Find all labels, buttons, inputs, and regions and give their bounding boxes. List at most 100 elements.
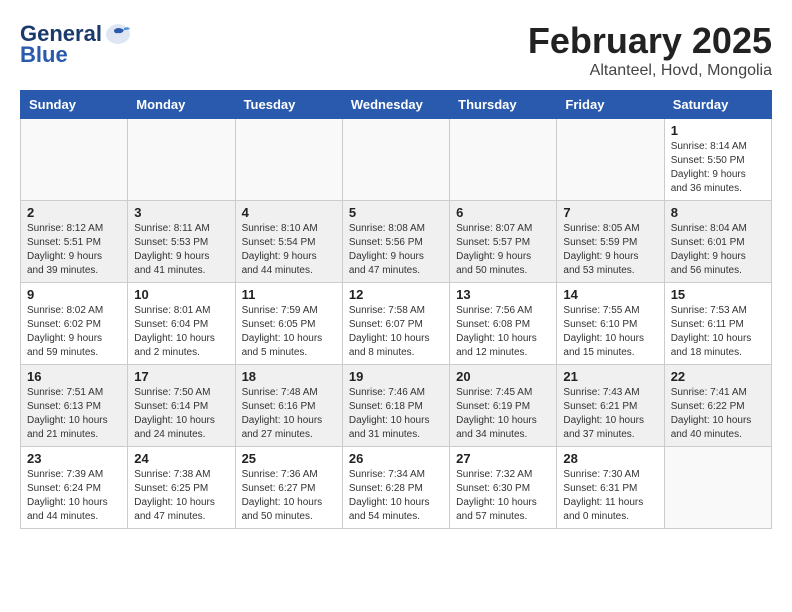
calendar-cell-1-4 — [342, 119, 449, 201]
day-number: 4 — [242, 205, 336, 220]
calendar-cell-4-2: 17Sunrise: 7:50 AM Sunset: 6:14 PM Dayli… — [128, 365, 235, 447]
calendar-cell-4-4: 19 Sunrise: 7:46 AM Sunset: 6:18 PM Dayli… — [342, 365, 449, 447]
day-number: 2 — [27, 205, 121, 220]
calendar-cell-5-7 — [664, 447, 771, 529]
day-info: Sunrise: 7:34 AM Sunset: 6:28 PM Dayligh… — [349, 468, 443, 524]
logo-bird-icon — [104, 20, 132, 48]
weekday-header-tuesday: Tuesday — [235, 91, 342, 119]
day-number: 10 — [134, 287, 228, 302]
day-info: Sunrise: 7:39 AM Sunset: 6:24 PM Dayligh… — [27, 468, 121, 524]
day-number: 20 — [456, 369, 550, 384]
calendar-cell-2-7: 8 Sunrise: 8:04 AM Sunset: 6:01 PM Daylig… — [664, 201, 771, 283]
day-info: Sunrise: 7:56 AM Sunset: 6:08 PM Dayligh… — [456, 304, 550, 360]
calendar-week-row-3: 9 Sunrise: 8:02 AM Sunset: 6:02 PM Daylig… — [21, 283, 772, 365]
calendar-cell-2-5: 6 Sunrise: 8:07 AM Sunset: 5:57 PM Daylig… — [450, 201, 557, 283]
day-info: Sunrise: 8:02 AM Sunset: 6:02 PM Dayligh… — [27, 304, 121, 360]
day-info: Sunrise: 8:12 AM Sunset: 5:51 PM Dayligh… — [27, 222, 121, 278]
day-number: 13 — [456, 287, 550, 302]
calendar-cell-2-1: 2 Sunrise: 8:12 AM Sunset: 5:51 PM Daylig… — [21, 201, 128, 283]
calendar-cell-3-3: 11 Sunrise: 7:59 AM Sunset: 6:05 PM Dayli… — [235, 283, 342, 365]
day-number: 9 — [27, 287, 121, 302]
day-number: 5 — [349, 205, 443, 220]
day-number: 7 — [563, 205, 657, 220]
day-number: 6 — [456, 205, 550, 220]
day-number: 27 — [456, 451, 550, 466]
calendar-week-row-4: 16Sunrise: 7:51 AM Sunset: 6:13 PM Dayli… — [21, 365, 772, 447]
month-title: February 2025 — [528, 20, 772, 62]
day-info: Sunrise: 8:10 AM Sunset: 5:54 PM Dayligh… — [242, 222, 336, 278]
calendar-cell-4-1: 16Sunrise: 7:51 AM Sunset: 6:13 PM Dayli… — [21, 365, 128, 447]
day-number: 28 — [563, 451, 657, 466]
day-number: 3 — [134, 205, 228, 220]
weekday-header-friday: Friday — [557, 91, 664, 119]
day-number: 16 — [27, 369, 121, 384]
day-info: Sunrise: 7:45 AM Sunset: 6:19 PM Dayligh… — [456, 386, 550, 442]
day-number: 25 — [242, 451, 336, 466]
calendar-cell-2-3: 4 Sunrise: 8:10 AM Sunset: 5:54 PM Daylig… — [235, 201, 342, 283]
location: Altanteel, Hovd, Mongolia — [528, 62, 772, 80]
day-number: 21 — [563, 369, 657, 384]
calendar-cell-5-3: 25 Sunrise: 7:36 AM Sunset: 6:27 PM Dayli… — [235, 447, 342, 529]
calendar-cell-3-2: 10Sunrise: 8:01 AM Sunset: 6:04 PM Dayli… — [128, 283, 235, 365]
calendar-cell-4-6: 21 Sunrise: 7:43 AM Sunset: 6:21 PM Dayli… — [557, 365, 664, 447]
day-info: Sunrise: 7:43 AM Sunset: 6:21 PM Dayligh… — [563, 386, 657, 442]
calendar-cell-3-5: 13 Sunrise: 7:56 AM Sunset: 6:08 PM Dayli… — [450, 283, 557, 365]
calendar-cell-4-5: 20 Sunrise: 7:45 AM Sunset: 6:19 PM Dayli… — [450, 365, 557, 447]
weekday-header-wednesday: Wednesday — [342, 91, 449, 119]
calendar-cell-5-5: 27 Sunrise: 7:32 AM Sunset: 6:30 PM Dayli… — [450, 447, 557, 529]
logo: General Blue — [20, 20, 132, 68]
day-number: 24 — [134, 451, 228, 466]
calendar-week-row-1: 1 Sunrise: 8:14 AM Sunset: 5:50 PM Daylig… — [21, 119, 772, 201]
day-info: Sunrise: 8:08 AM Sunset: 5:56 PM Dayligh… — [349, 222, 443, 278]
page-header: General Blue February 2025 Altanteel, Ho… — [20, 20, 772, 80]
day-info: Sunrise: 8:04 AM Sunset: 6:01 PM Dayligh… — [671, 222, 765, 278]
title-block: February 2025 Altanteel, Hovd, Mongolia — [528, 20, 772, 80]
day-info: Sunrise: 7:38 AM Sunset: 6:25 PM Dayligh… — [134, 468, 228, 524]
day-number: 12 — [349, 287, 443, 302]
day-number: 8 — [671, 205, 765, 220]
day-number: 17 — [134, 369, 228, 384]
calendar-cell-1-2 — [128, 119, 235, 201]
day-info: Sunrise: 8:07 AM Sunset: 5:57 PM Dayligh… — [456, 222, 550, 278]
day-info: Sunrise: 8:11 AM Sunset: 5:53 PM Dayligh… — [134, 222, 228, 278]
day-number: 11 — [242, 287, 336, 302]
calendar-cell-5-6: 28Sunrise: 7:30 AM Sunset: 6:31 PM Dayli… — [557, 447, 664, 529]
calendar-cell-1-6 — [557, 119, 664, 201]
weekday-header-row: SundayMondayTuesdayWednesdayThursdayFrid… — [21, 91, 772, 119]
calendar-cell-3-1: 9 Sunrise: 8:02 AM Sunset: 6:02 PM Daylig… — [21, 283, 128, 365]
day-info: Sunrise: 7:41 AM Sunset: 6:22 PM Dayligh… — [671, 386, 765, 442]
calendar-cell-2-2: 3 Sunrise: 8:11 AM Sunset: 5:53 PM Daylig… — [128, 201, 235, 283]
day-number: 23 — [27, 451, 121, 466]
day-number: 1 — [671, 123, 765, 138]
day-number: 18 — [242, 369, 336, 384]
weekday-header-monday: Monday — [128, 91, 235, 119]
day-info: Sunrise: 7:59 AM Sunset: 6:05 PM Dayligh… — [242, 304, 336, 360]
day-info: Sunrise: 7:48 AM Sunset: 6:16 PM Dayligh… — [242, 386, 336, 442]
calendar-cell-5-1: 23 Sunrise: 7:39 AM Sunset: 6:24 PM Dayli… — [21, 447, 128, 529]
calendar-cell-2-6: 7Sunrise: 8:05 AM Sunset: 5:59 PM Daylig… — [557, 201, 664, 283]
day-number: 14 — [563, 287, 657, 302]
weekday-header-sunday: Sunday — [21, 91, 128, 119]
day-info: Sunrise: 7:32 AM Sunset: 6:30 PM Dayligh… — [456, 468, 550, 524]
calendar-cell-5-4: 26 Sunrise: 7:34 AM Sunset: 6:28 PM Dayli… — [342, 447, 449, 529]
calendar-week-row-5: 23 Sunrise: 7:39 AM Sunset: 6:24 PM Dayli… — [21, 447, 772, 529]
day-number: 26 — [349, 451, 443, 466]
day-number: 19 — [349, 369, 443, 384]
day-info: Sunrise: 7:36 AM Sunset: 6:27 PM Dayligh… — [242, 468, 336, 524]
day-number: 15 — [671, 287, 765, 302]
weekday-header-thursday: Thursday — [450, 91, 557, 119]
day-info: Sunrise: 8:14 AM Sunset: 5:50 PM Dayligh… — [671, 140, 765, 196]
weekday-header-saturday: Saturday — [664, 91, 771, 119]
calendar-cell-4-3: 18 Sunrise: 7:48 AM Sunset: 6:16 PM Dayli… — [235, 365, 342, 447]
day-info: Sunrise: 7:46 AM Sunset: 6:18 PM Dayligh… — [349, 386, 443, 442]
day-info: Sunrise: 7:53 AM Sunset: 6:11 PM Dayligh… — [671, 304, 765, 360]
day-info: Sunrise: 7:58 AM Sunset: 6:07 PM Dayligh… — [349, 304, 443, 360]
calendar-cell-1-1 — [21, 119, 128, 201]
calendar-table: SundayMondayTuesdayWednesdayThursdayFrid… — [20, 90, 772, 529]
calendar-cell-2-4: 5 Sunrise: 8:08 AM Sunset: 5:56 PM Daylig… — [342, 201, 449, 283]
calendar-cell-4-7: 22Sunrise: 7:41 AM Sunset: 6:22 PM Dayli… — [664, 365, 771, 447]
calendar-cell-1-3 — [235, 119, 342, 201]
calendar-cell-3-4: 12 Sunrise: 7:58 AM Sunset: 6:07 PM Dayli… — [342, 283, 449, 365]
calendar-cell-3-6: 14Sunrise: 7:55 AM Sunset: 6:10 PM Dayli… — [557, 283, 664, 365]
calendar-cell-3-7: 15 Sunrise: 7:53 AM Sunset: 6:11 PM Dayli… — [664, 283, 771, 365]
